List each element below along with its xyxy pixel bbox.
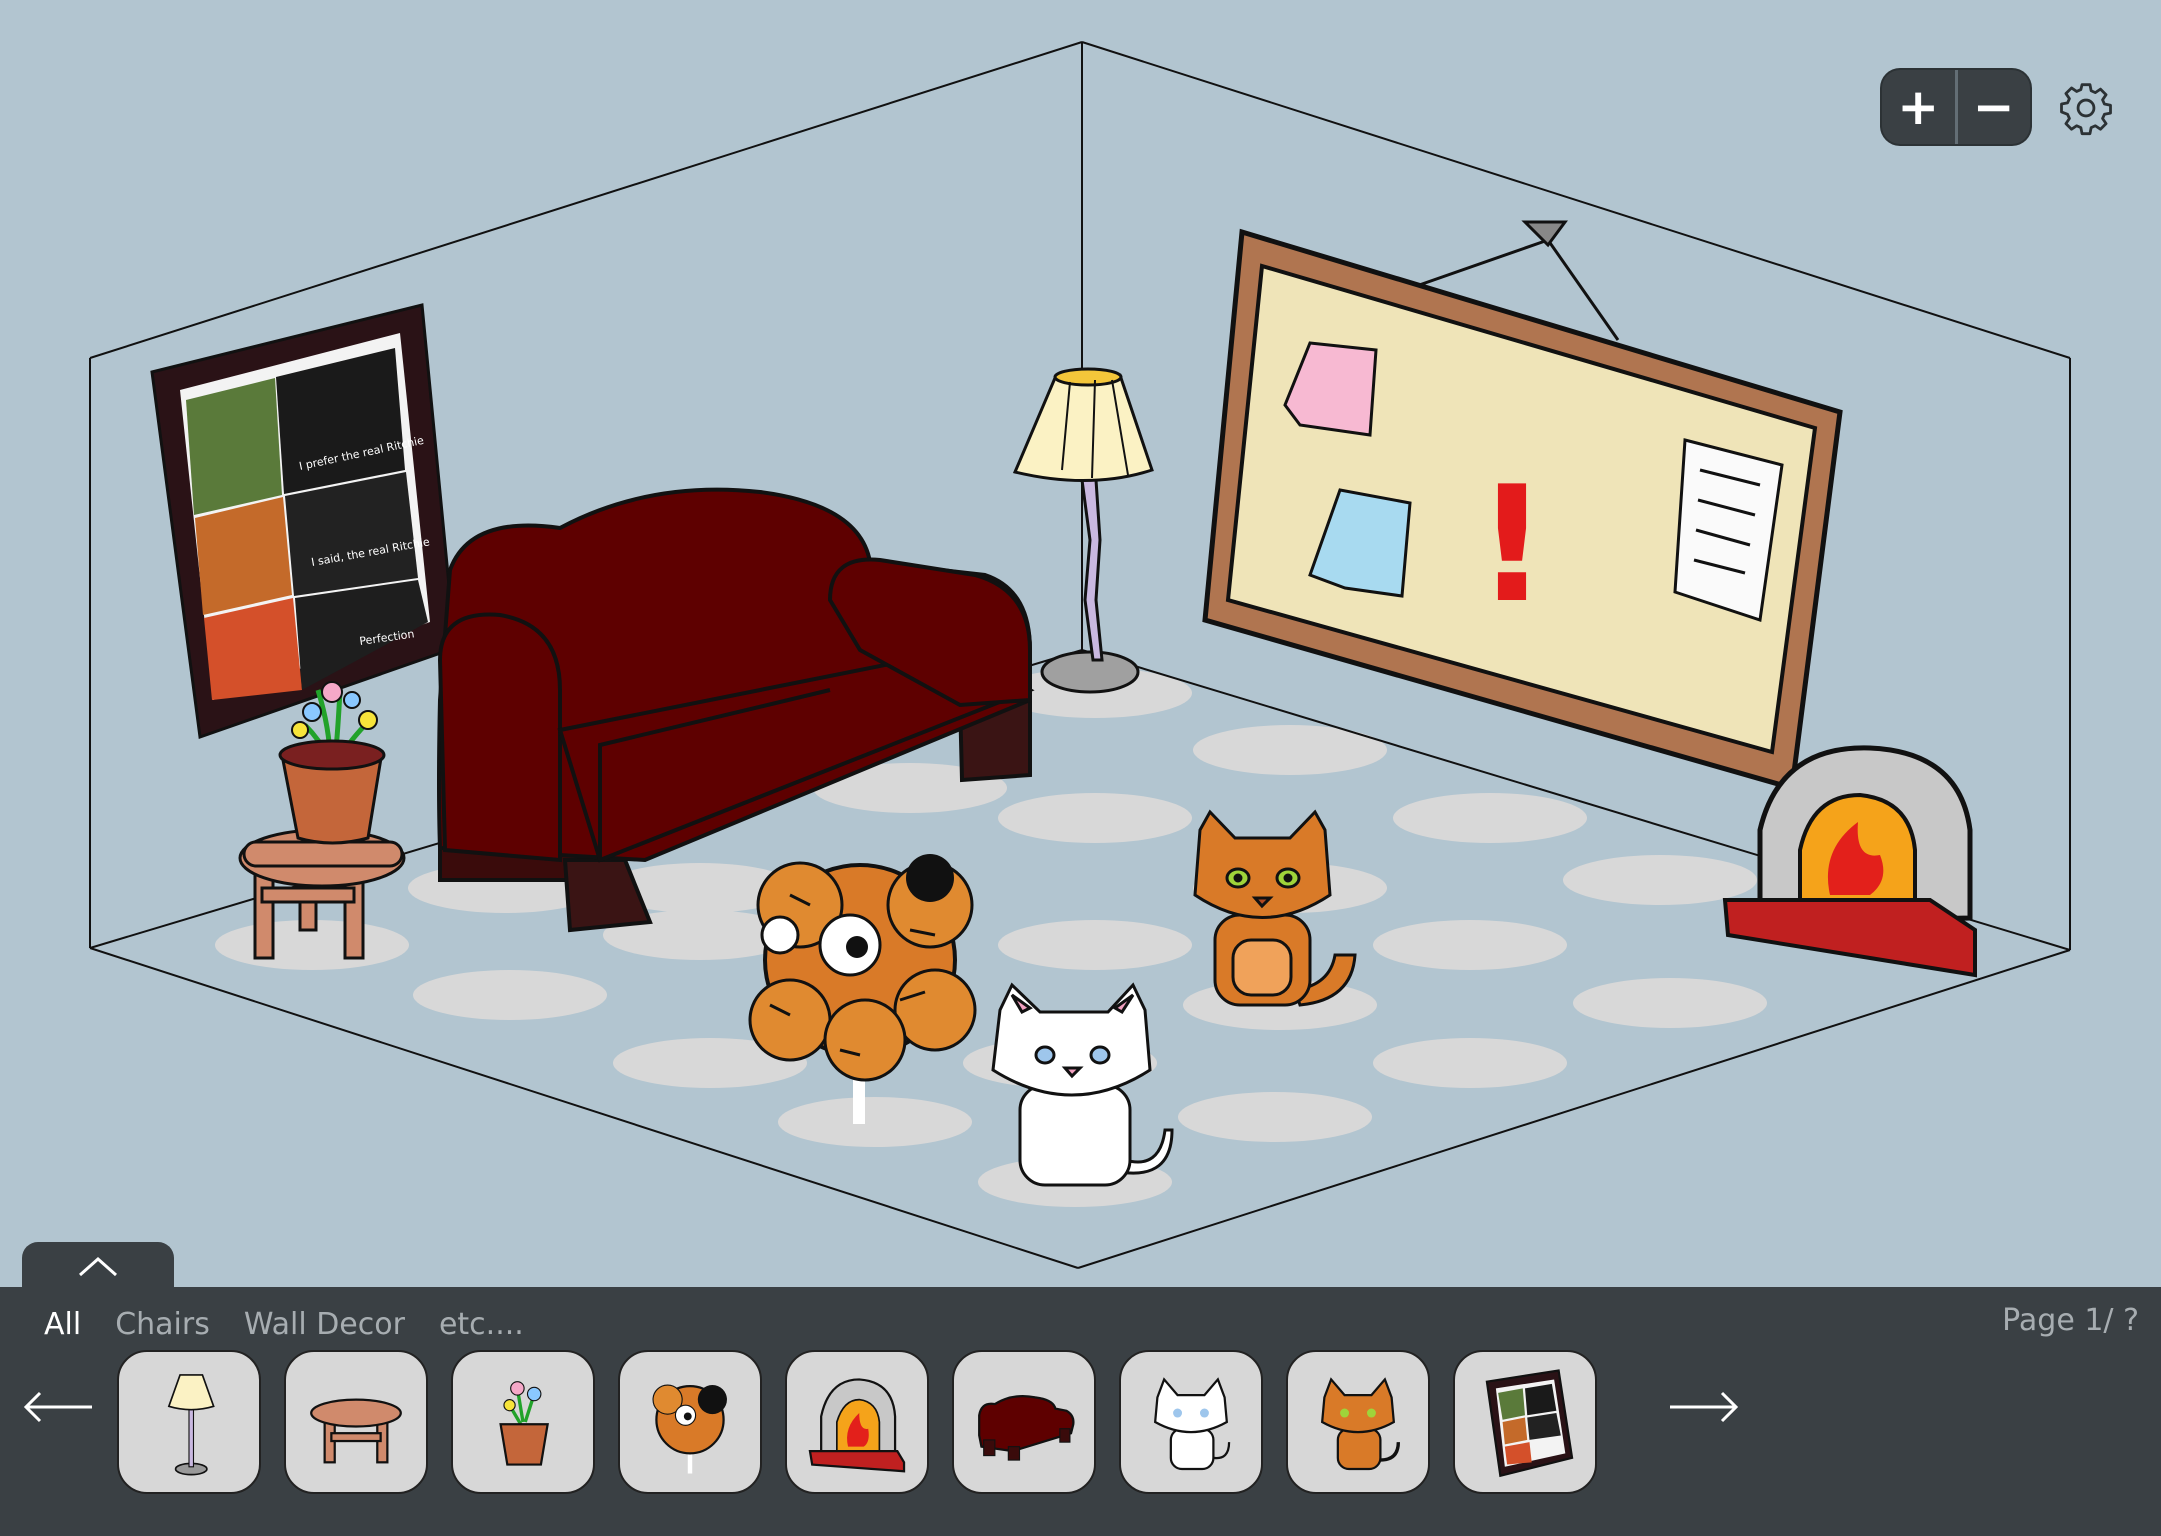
tab-chairs[interactable]: Chairs [115,1307,210,1342]
item-white-cat[interactable] [1119,1350,1263,1494]
inventory-panel: All Chairs Wall Decor etc.... Page 1/ ? [0,1287,2161,1536]
chevron-up-icon [79,1256,117,1277]
fireplace-icon [808,1378,906,1473]
floor-lamp-icon [167,1374,215,1476]
tab-wall-decor[interactable]: Wall Decor [244,1307,405,1342]
flower-pot[interactable] [278,681,386,845]
orange-cat-icon [1320,1377,1400,1471]
drawer-toggle-button[interactable] [22,1242,174,1292]
arrow-left-icon[interactable] [18,1377,98,1437]
bulletin-board[interactable]: ! [1202,220,1843,792]
item-orange-cat[interactable] [1286,1350,1430,1494]
room-scene: I prefer the real Ritchie I said, the re… [89,41,2071,1269]
stool-icon [310,1398,402,1464]
zoom-divider [1954,70,1958,144]
board-exclamation: ! [1476,451,1549,638]
poster-icon [1485,1369,1574,1478]
item-floor-lamp[interactable] [117,1350,261,1494]
white-cat-icon [1153,1377,1231,1471]
tab-all[interactable]: All [44,1307,81,1342]
item-couch[interactable] [952,1350,1096,1494]
flower-pot-icon [499,1381,549,1466]
couch-icon [978,1394,1075,1461]
white-cat[interactable] [991,982,1174,1187]
tiger-plush-icon [652,1384,727,1474]
tab-etc[interactable]: etc.... [439,1307,524,1342]
inventory-items [117,1350,1597,1494]
item-tiger-plush[interactable] [618,1350,762,1494]
page-indicator: Page 1/ ? [2002,1303,2139,1338]
item-fireplace[interactable] [785,1350,929,1494]
wall-poster[interactable]: I prefer the real Ritchie I said, the re… [150,303,457,740]
zoom-out-button[interactable]: − [1958,70,2031,144]
gear-icon[interactable] [2058,80,2114,136]
category-tabs: All Chairs Wall Decor etc.... [44,1307,524,1342]
item-flower-pot[interactable] [451,1350,595,1494]
zoom-in-button[interactable]: + [1882,70,1955,144]
item-stool[interactable] [284,1350,428,1494]
tiger-plush[interactable] [748,854,977,1124]
item-poster[interactable] [1453,1350,1597,1494]
floor-lamp[interactable] [1012,367,1154,694]
arrow-right-icon[interactable] [1664,1377,1744,1437]
zoom-controls: + − [1882,70,2030,144]
